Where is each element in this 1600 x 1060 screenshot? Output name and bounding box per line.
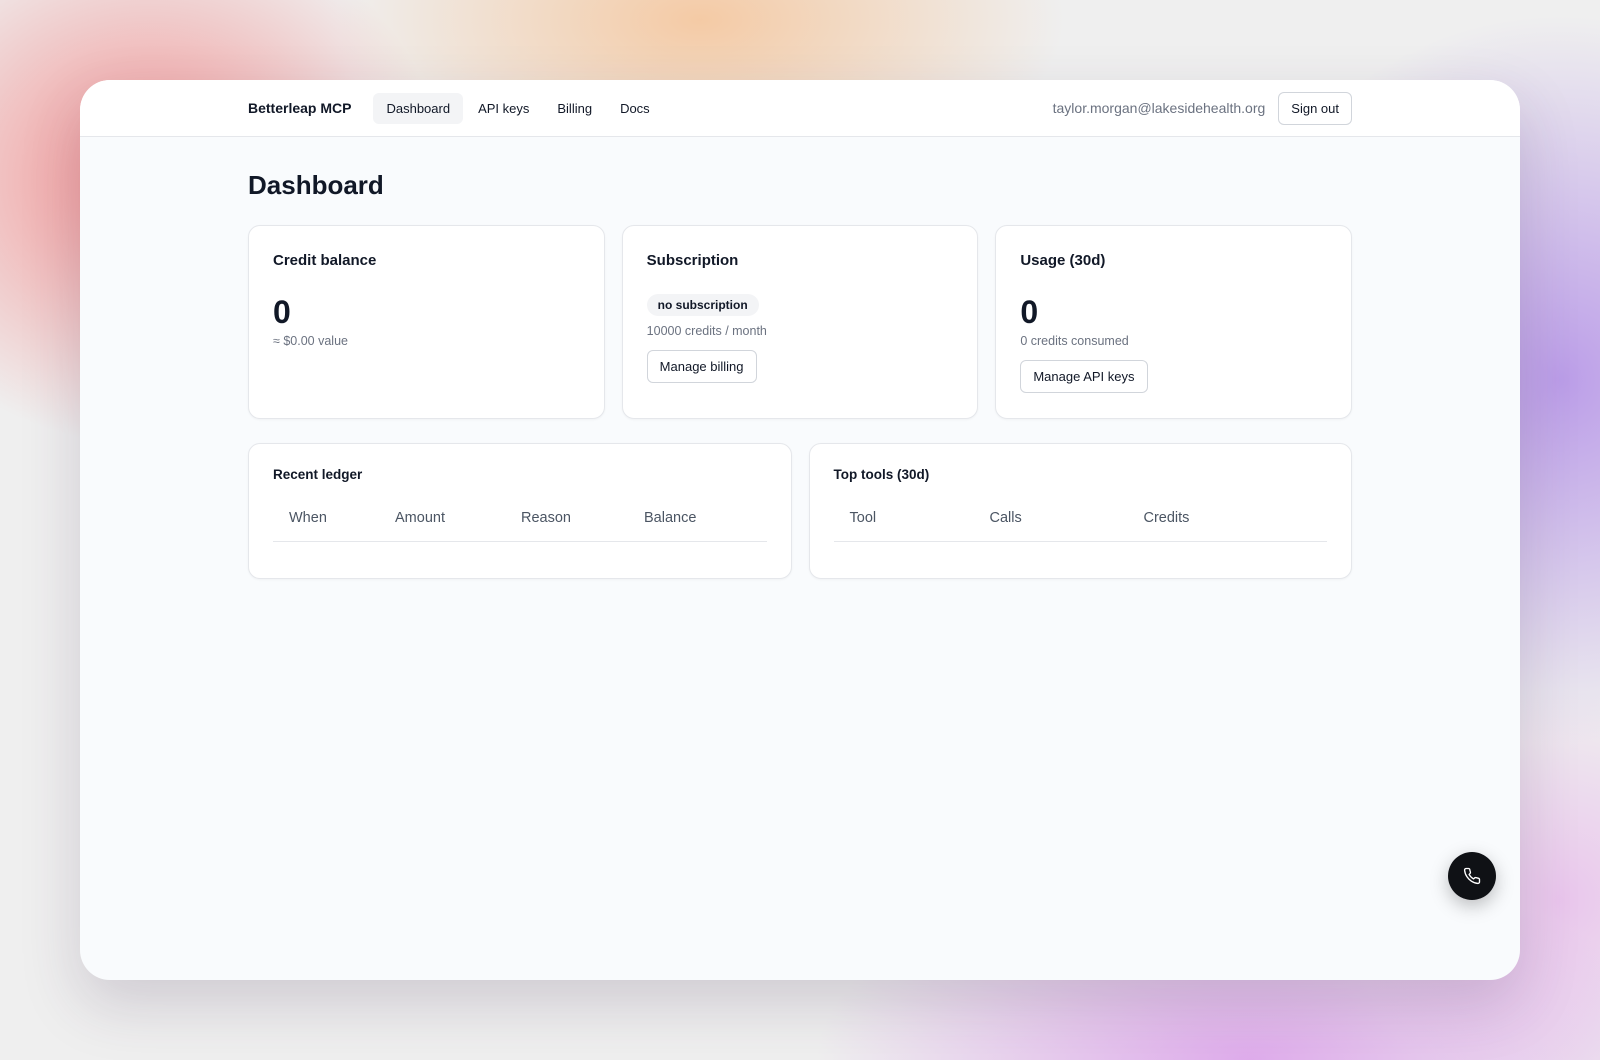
brand-name[interactable]: Betterleap MCP — [248, 100, 351, 116]
phone-icon — [1463, 867, 1481, 885]
usage-title: Usage (30d) — [1020, 252, 1106, 269]
credit-balance-subtext: ≈ $0.00 value — [273, 334, 348, 348]
column-header-when: When — [289, 510, 327, 526]
top-tools-title: Top tools (30d) — [833, 467, 930, 482]
manage-api-keys-button[interactable]: Manage API keys — [1020, 360, 1148, 393]
column-header-calls: Calls — [989, 510, 1022, 526]
recent-ledger-header: When Amount Reason Balance — [273, 510, 767, 542]
stat-cards: Credit balance 0 ≈ $0.00 value Subscript… — [248, 225, 1353, 419]
usage-card: Usage (30d) 0 0 credits consumed Manage … — [995, 225, 1353, 419]
user-email: taylor.morgan@lakesidehealth.org — [1052, 100, 1266, 116]
credit-balance-card: Credit balance 0 ≈ $0.00 value — [248, 225, 605, 419]
subscription-plan-text: 10000 credits / month — [646, 324, 767, 338]
nav-item-billing[interactable]: Billing — [544, 93, 605, 124]
column-header-amount: Amount — [395, 510, 445, 526]
usage-subtext: 0 credits consumed — [1020, 334, 1129, 348]
recent-ledger-title: Recent ledger — [273, 467, 363, 482]
sign-out-button[interactable]: Sign out — [1278, 91, 1352, 125]
recent-ledger-card: Recent ledger When Amount Reason Balance — [248, 443, 792, 579]
column-header-credits: Credits — [1143, 510, 1190, 526]
app-window: Betterleap MCP Dashboard API keys Billin… — [80, 80, 1520, 980]
tables-row: Recent ledger When Amount Reason Balance… — [248, 443, 1352, 579]
top-nav: Betterleap MCP Dashboard API keys Billin… — [80, 80, 1520, 137]
column-header-reason: Reason — [521, 510, 571, 526]
nav-item-api-keys[interactable]: API keys — [465, 93, 542, 124]
usage-value: 0 — [1020, 294, 1039, 330]
call-button[interactable] — [1448, 852, 1496, 900]
top-tools-card: Top tools (30d) Tool Calls Credits — [808, 443, 1352, 579]
subscription-status-badge: no subscription — [646, 294, 759, 316]
credit-balance-title: Credit balance — [273, 252, 377, 269]
nav-item-docs[interactable]: Docs — [607, 93, 663, 124]
column-header-tool: Tool — [849, 510, 877, 526]
credit-balance-value: 0 — [273, 294, 291, 330]
manage-billing-button[interactable]: Manage billing — [646, 350, 757, 383]
page-title: Dashboard — [248, 170, 384, 200]
top-tools-header: Tool Calls Credits — [833, 510, 1327, 542]
subscription-card: Subscription no subscription 10000 credi… — [621, 225, 979, 419]
main-content: Dashboard Credit balance 0 ≈ $0.00 value… — [248, 136, 1353, 579]
column-header-balance: Balance — [644, 510, 697, 526]
nav-item-dashboard[interactable]: Dashboard — [373, 92, 464, 124]
subscription-title: Subscription — [646, 252, 739, 269]
